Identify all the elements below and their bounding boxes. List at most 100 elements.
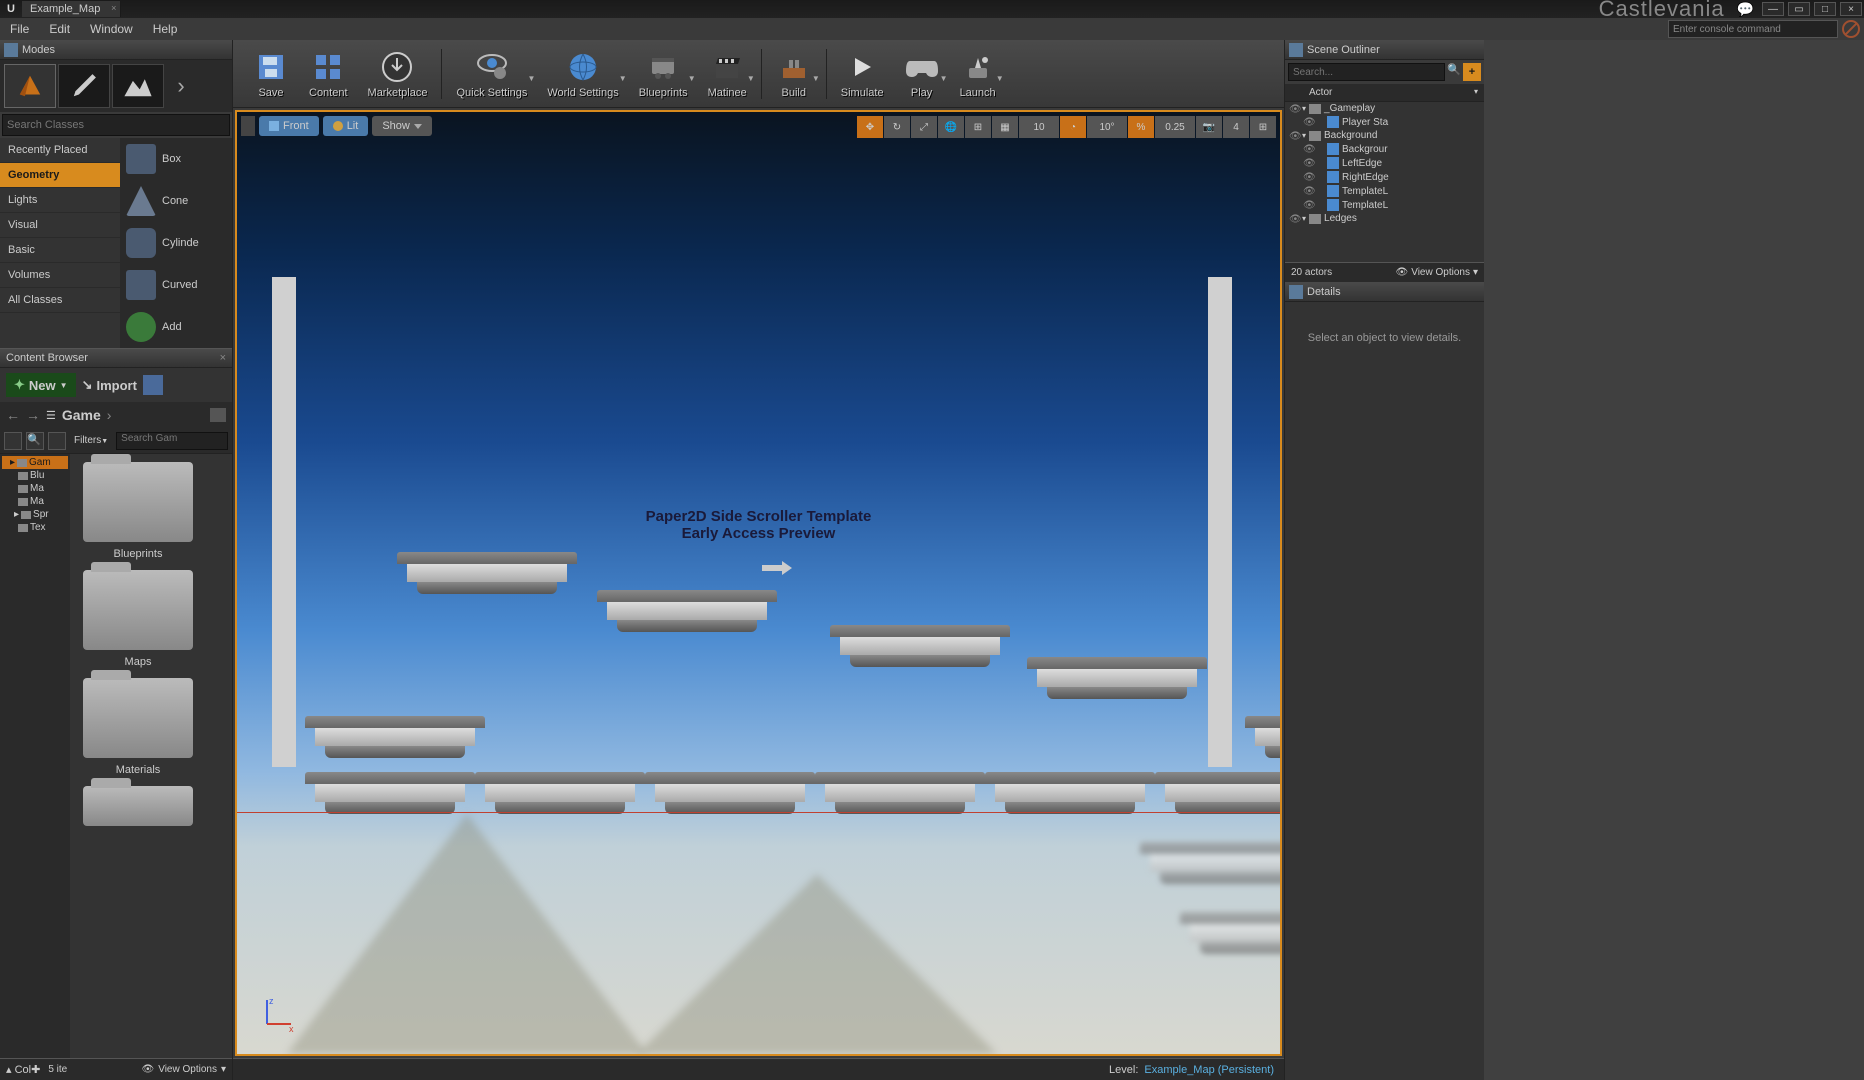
- camera-speed-value[interactable]: 4: [1223, 116, 1249, 138]
- angle-snap-value[interactable]: 10°: [1087, 116, 1127, 138]
- visibility-eye-icon[interactable]: 👁: [1303, 144, 1313, 154]
- asset-blueprints[interactable]: Blueprints: [78, 462, 198, 560]
- current-level-link[interactable]: Example_Map (Persistent): [1144, 1064, 1274, 1076]
- notification-icon[interactable]: 💬: [1737, 1, 1754, 18]
- asset-extra[interactable]: [78, 786, 198, 826]
- console-input[interactable]: Enter console command: [1668, 20, 1838, 38]
- blueprints-button[interactable]: Blueprints▼: [629, 44, 698, 104]
- transform-rotate-icon[interactable]: ↻: [884, 116, 910, 138]
- details-panel-header[interactable]: Details: [1285, 282, 1484, 302]
- close-window-button[interactable]: ×: [1840, 2, 1862, 16]
- cat-lights[interactable]: Lights: [0, 188, 120, 213]
- visibility-eye-icon[interactable]: 👁: [1303, 172, 1313, 182]
- content-browser-header[interactable]: Content Browser×: [0, 348, 232, 368]
- outliner-node[interactable]: 👁LeftEdge: [1285, 156, 1484, 170]
- menu-file[interactable]: File: [0, 22, 39, 36]
- grid-snap-icon[interactable]: ▦: [992, 116, 1018, 138]
- minimize-button[interactable]: —: [1762, 2, 1784, 16]
- modes-more-icon[interactable]: ›: [166, 73, 196, 99]
- outliner-node[interactable]: 👁TemplateL: [1285, 184, 1484, 198]
- outliner-node[interactable]: 👁Player Sta: [1285, 115, 1484, 129]
- level-viewport[interactable]: Front Lit Show ✥ ↻ ⤢ 🌐 ⊞ ▦ 10 ◔ 10° % 0.…: [235, 110, 1282, 1056]
- level-tab[interactable]: Example_Map×: [22, 1, 121, 17]
- build-button[interactable]: Build▼: [766, 44, 822, 104]
- modes-search-input[interactable]: Search Classes: [2, 114, 230, 136]
- close-tab-icon[interactable]: ×: [111, 3, 116, 13]
- visibility-eye-icon[interactable]: 👁: [1303, 200, 1313, 210]
- transform-select-icon[interactable]: ✥: [857, 116, 883, 138]
- geom-cone[interactable]: Cone: [120, 180, 232, 222]
- maximize-button[interactable]: □: [1814, 2, 1836, 16]
- grid-snap-value[interactable]: 10: [1019, 116, 1059, 138]
- matinee-button[interactable]: Matinee▼: [698, 44, 757, 104]
- restore-button[interactable]: ▭: [1788, 2, 1810, 16]
- menu-edit[interactable]: Edit: [39, 22, 80, 36]
- visibility-eye-icon[interactable]: 👁: [1289, 104, 1299, 114]
- geom-add[interactable]: Add: [120, 306, 232, 348]
- coord-space-icon[interactable]: 🌐: [938, 116, 964, 138]
- outliner-node[interactable]: 👁TemplateL: [1285, 198, 1484, 212]
- world-settings-button[interactable]: World Settings▼: [537, 44, 628, 104]
- outliner-search-input[interactable]: [1288, 63, 1445, 81]
- cat-volumes[interactable]: Volumes: [0, 263, 120, 288]
- asset-maps[interactable]: Maps: [78, 570, 198, 668]
- crumb-game[interactable]: Game: [62, 407, 101, 423]
- landscape-mode-tab[interactable]: [112, 64, 164, 108]
- visibility-eye-icon[interactable]: 👁: [1289, 214, 1299, 224]
- lock-path-icon[interactable]: [210, 408, 226, 422]
- visibility-eye-icon[interactable]: 👁: [1289, 131, 1299, 141]
- view-options-button[interactable]: 👁 View Options▾: [142, 1064, 226, 1075]
- show-flags-button[interactable]: Show: [372, 116, 432, 136]
- add-actor-button[interactable]: +: [1463, 63, 1481, 81]
- outliner-node[interactable]: 👁▾_Gameplay: [1285, 102, 1484, 115]
- surface-snap-icon[interactable]: ⊞: [965, 116, 991, 138]
- nav-back-icon[interactable]: ←: [6, 407, 20, 423]
- transform-scale-icon[interactable]: ⤢: [911, 116, 937, 138]
- outliner-node[interactable]: 👁Backgrour: [1285, 142, 1484, 156]
- viewport-type-button[interactable]: Front: [259, 116, 319, 136]
- asset-materials[interactable]: Materials: [78, 678, 198, 776]
- modes-panel-header[interactable]: Modes: [0, 40, 232, 60]
- toggle-folders-icon[interactable]: [48, 432, 66, 450]
- cat-visual[interactable]: Visual: [0, 213, 120, 238]
- outliner-view-options[interactable]: 👁 View Options▾: [1396, 267, 1478, 278]
- viewport-options-dropdown[interactable]: [241, 116, 255, 136]
- paint-mode-tab[interactable]: [58, 64, 110, 108]
- geom-box[interactable]: Box: [120, 138, 232, 180]
- import-button[interactable]: ↘Import: [82, 377, 137, 393]
- path-tree-icon[interactable]: ☰: [46, 409, 56, 422]
- content-button[interactable]: Content: [299, 44, 358, 104]
- cat-all-classes[interactable]: All Classes: [0, 288, 120, 313]
- source-control-off-icon[interactable]: [1842, 20, 1860, 38]
- outliner-tree[interactable]: 👁▾_Gameplay👁Player Sta👁▾Background👁Backg…: [1285, 102, 1484, 262]
- outliner-node[interactable]: 👁▾Background: [1285, 129, 1484, 142]
- cat-recently-placed[interactable]: Recently Placed: [0, 138, 120, 163]
- scale-snap-value[interactable]: 0.25: [1155, 116, 1195, 138]
- play-button[interactable]: Play▼: [894, 44, 950, 104]
- toggle-search-icon[interactable]: 🔍: [26, 432, 44, 450]
- scale-snap-icon[interactable]: %: [1128, 116, 1154, 138]
- save-button[interactable]: Save: [243, 44, 299, 104]
- outliner-node[interactable]: 👁▾Ledges: [1285, 212, 1484, 225]
- visibility-eye-icon[interactable]: 👁: [1303, 186, 1313, 196]
- close-panel-icon[interactable]: ×: [220, 352, 226, 364]
- new-asset-button[interactable]: ✦New▼: [6, 373, 76, 397]
- toggle-sources-icon[interactable]: [4, 432, 22, 450]
- save-all-button[interactable]: [143, 375, 163, 395]
- marketplace-button[interactable]: Marketplace: [358, 44, 438, 104]
- menu-window[interactable]: Window: [80, 22, 143, 36]
- cat-basic[interactable]: Basic: [0, 238, 120, 263]
- collections-toggle[interactable]: ▴ Col✚: [6, 1063, 40, 1076]
- simulate-button[interactable]: Simulate: [831, 44, 894, 104]
- angle-snap-icon[interactable]: ◔: [1060, 116, 1086, 138]
- menu-help[interactable]: Help: [143, 22, 188, 36]
- maximize-viewport-icon[interactable]: ⊞: [1250, 116, 1276, 138]
- geom-cylinder[interactable]: Cylinde: [120, 222, 232, 264]
- scene-outliner-header[interactable]: Scene Outliner: [1285, 40, 1484, 60]
- filters-dropdown[interactable]: Filters▼: [70, 435, 112, 446]
- place-mode-tab[interactable]: [4, 64, 56, 108]
- view-mode-button[interactable]: Lit: [323, 116, 369, 136]
- cb-search-input[interactable]: Search Gam: [116, 432, 228, 450]
- outliner-column-header[interactable]: Actor▾: [1285, 84, 1484, 102]
- quick-settings-button[interactable]: Quick Settings▼: [446, 44, 537, 104]
